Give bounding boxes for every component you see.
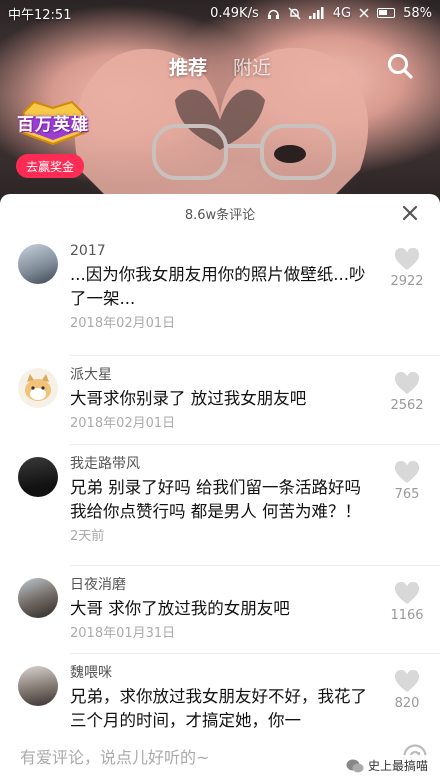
avatar[interactable]	[18, 244, 58, 284]
avatar[interactable]	[18, 457, 58, 497]
heart-icon	[394, 582, 420, 604]
tab-recommend[interactable]: 推荐	[169, 53, 207, 80]
comment-item: 派大星 大哥求你别录了 放过我女朋友吧 2018年02月01日 2562	[0, 356, 440, 445]
status-bar: 中午12:51 0.49K/s 4G 58%	[0, 0, 440, 26]
battery-icon	[377, 8, 396, 18]
comments-header: 8.6w条评论	[0, 194, 440, 232]
avatar[interactable]	[18, 368, 58, 408]
comment-date: 2018年02月01日	[70, 416, 176, 431]
like-count: 820	[394, 696, 420, 711]
watermark: 史上最搞喵	[341, 755, 432, 776]
heart-icon	[394, 461, 420, 483]
network-type: 4G	[332, 5, 352, 21]
like-count: 1166	[390, 608, 424, 623]
close-x-icon	[359, 8, 369, 18]
mute-icon	[288, 7, 301, 20]
comment-username[interactable]: 魏喂咪	[70, 654, 380, 682]
glasses-image	[152, 124, 336, 180]
like-button[interactable]: 2562	[384, 372, 430, 413]
comment-username[interactable]: 2017	[70, 232, 380, 260]
heart-icon	[394, 372, 420, 394]
like-count: 2922	[390, 274, 424, 289]
like-count: 2562	[390, 398, 424, 413]
comment-item: 2017 ...因为你我女朋友用你的照片做壁纸...吵了一架... 2018年0…	[0, 232, 440, 356]
watermark-text: 史上最搞喵	[367, 759, 428, 773]
like-button[interactable]: 2922	[384, 248, 430, 289]
search-icon[interactable]	[386, 52, 414, 80]
like-button[interactable]: 765	[384, 461, 430, 502]
like-count: 765	[394, 487, 420, 502]
top-nav: 推荐 附近	[0, 46, 440, 86]
comment-username[interactable]: 派大星	[70, 356, 380, 384]
comment-text: 兄弟，求你放过我女朋友好不好，我花了三个月的时间，才搞定她，你一	[70, 687, 367, 730]
win-prize-button[interactable]: 去赢奖金	[16, 154, 84, 178]
battery-level: 58%	[403, 5, 432, 21]
status-time: 中午12:51	[8, 7, 72, 23]
wechat-icon	[346, 759, 364, 772]
comment-item: 日夜消磨 大哥 求你了放过我的女朋友吧 2018年01月31日 1166	[0, 566, 440, 654]
comment-input[interactable]	[20, 747, 350, 767]
signal-icon	[308, 7, 325, 19]
comment-text: ...因为你我女朋友用你的照片做壁纸...吵了一架...	[70, 265, 366, 308]
close-icon[interactable]	[402, 205, 418, 221]
status-right: 0.49K/s 4G 58%	[210, 6, 432, 21]
comment-text: 大哥 求你了放过我的女朋友吧	[70, 599, 290, 618]
comment-username[interactable]: 我走路带风	[70, 445, 380, 473]
like-button[interactable]: 1166	[384, 582, 430, 623]
comment-date: 2018年02月01日	[70, 316, 176, 331]
logo-text: 百万英雄	[17, 115, 89, 135]
network-speed: 0.49K/s	[210, 5, 259, 21]
comment-date: 2天前	[70, 529, 105, 544]
million-hero-logo[interactable]: 百万英雄	[14, 98, 92, 146]
comments-count-title: 8.6w条评论	[184, 207, 256, 223]
heart-icon	[394, 248, 420, 270]
heart-icon	[394, 670, 420, 692]
comment-item: 我走路带风 兄弟 别录了好吗 给我们留一条活路好吗 我给你点赞行吗 都是男人 何…	[0, 445, 440, 566]
comments-list[interactable]: 2017 ...因为你我女朋友用你的照片做壁纸...吵了一架... 2018年0…	[0, 232, 440, 764]
comment-text: 兄弟 别录了好吗 给我们留一条活路好吗 我给你点赞行吗 都是男人 何苦为难？！	[70, 478, 361, 521]
comments-sheet: 8.6w条评论 2017 ...因为你我女朋友用你的照片做壁纸...吵了一架..…	[0, 194, 440, 782]
comment-text: 大哥求你别录了 放过我女朋友吧	[70, 389, 307, 408]
avatar[interactable]	[18, 578, 58, 618]
tab-nearby[interactable]: 附近	[233, 53, 271, 80]
headphones-icon	[267, 7, 280, 20]
shiba-avatar-icon	[25, 374, 51, 401]
avatar[interactable]	[18, 666, 58, 706]
like-button[interactable]: 820	[384, 670, 430, 711]
comment-date: 2018年01月31日	[70, 626, 176, 641]
comment-username[interactable]: 日夜消磨	[70, 566, 380, 594]
